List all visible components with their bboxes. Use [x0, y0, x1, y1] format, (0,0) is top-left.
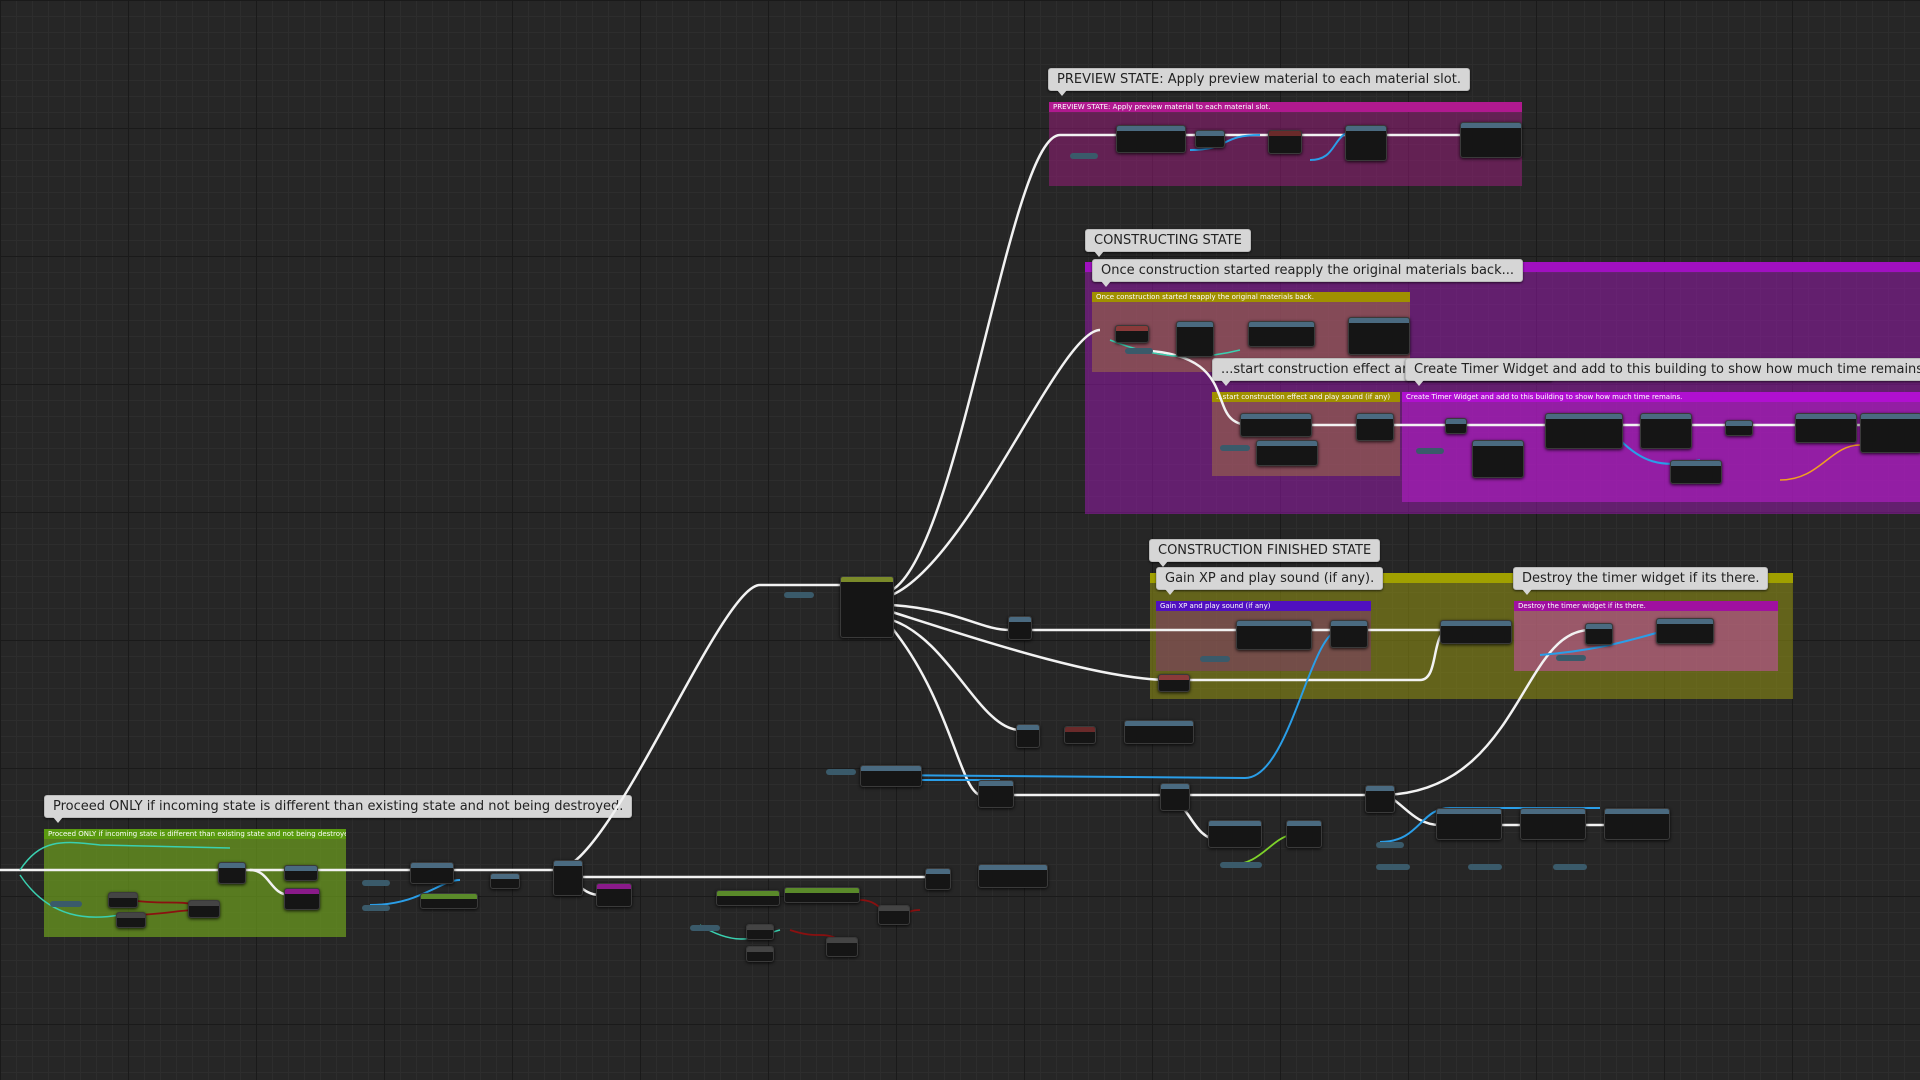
set-actor-hidden-node[interactable] [1208, 820, 1262, 848]
and-node-2[interactable] [188, 900, 220, 918]
set-material-node[interactable] [1345, 125, 1387, 161]
set-materials-node-2[interactable] [1248, 321, 1315, 347]
variable-getter[interactable] [50, 901, 82, 907]
variable-getter[interactable] [826, 769, 856, 775]
switch-on-state-node[interactable] [840, 576, 894, 638]
create-widget-node[interactable] [1545, 413, 1623, 449]
get-widget-var-node[interactable] [860, 765, 922, 787]
reroute-node[interactable] [1445, 418, 1467, 434]
exec-wire [891, 328, 1101, 597]
play-sound-node-3[interactable] [978, 780, 1014, 808]
exec-wire [891, 133, 1061, 592]
update-component-node-3[interactable] [1604, 808, 1670, 840]
variable-getter[interactable] [1416, 448, 1444, 454]
float-wire [1779, 444, 1861, 481]
sequence-node[interactable] [1160, 783, 1190, 811]
set-timer-node[interactable] [1472, 440, 1524, 478]
update-component-node-2[interactable] [1520, 808, 1586, 840]
equal-node[interactable] [746, 924, 774, 940]
reroute-node-2[interactable] [1725, 420, 1753, 436]
variable-getter[interactable] [1556, 655, 1586, 661]
exec-wire [891, 618, 1021, 732]
spawn-effect-node[interactable] [1240, 413, 1312, 437]
remove-from-parent-node[interactable] [1656, 618, 1714, 644]
struct-wire [19, 874, 121, 918]
get-building-node[interactable] [716, 890, 780, 906]
variable-getter[interactable] [362, 905, 390, 911]
get-component-node[interactable] [1256, 440, 1318, 466]
return-node[interactable] [284, 888, 320, 910]
wire-layer [0, 129, 1910, 941]
get-actor-location-node[interactable] [1670, 460, 1722, 484]
variable-getter[interactable] [1125, 348, 1153, 354]
bool-wire [129, 899, 196, 906]
variable-getter[interactable] [690, 925, 720, 931]
set-material-node-2[interactable] [1348, 317, 1410, 355]
play-sound-node-2[interactable] [1330, 620, 1368, 648]
return-node-2[interactable] [596, 883, 632, 907]
branch-node-2[interactable] [1158, 674, 1190, 692]
exec-wire [891, 627, 1591, 797]
set-state-node[interactable] [978, 864, 1048, 888]
set-actor-node[interactable] [925, 868, 951, 890]
branch-node-4[interactable] [1016, 724, 1040, 748]
set-materials-node[interactable] [1116, 125, 1186, 153]
set-owner-node[interactable] [1860, 413, 1920, 453]
update-component-node[interactable] [1436, 808, 1502, 840]
and-node[interactable] [878, 905, 910, 925]
variable-getter[interactable] [1220, 445, 1250, 451]
variable-getter[interactable] [1553, 864, 1587, 870]
not-equal-node-2[interactable] [116, 912, 146, 928]
variable-getter[interactable] [1468, 864, 1502, 870]
play-animation-node[interactable] [410, 862, 454, 884]
destroy-check-node[interactable] [1440, 620, 1512, 644]
equal-node-2[interactable] [746, 946, 774, 962]
set-material-node-3[interactable] [420, 893, 478, 909]
add-widget-node[interactable] [1640, 413, 1692, 449]
struct-wire [19, 841, 231, 871]
delay-node[interactable] [1365, 785, 1395, 813]
gain-xp-node[interactable] [1236, 620, 1312, 650]
set-visibility-node[interactable] [1286, 820, 1322, 848]
object-wire [879, 629, 1341, 780]
get-material-node[interactable] [1195, 130, 1225, 148]
variable-getter[interactable] [1376, 864, 1410, 870]
get-state-node[interactable] [784, 887, 860, 903]
variable-getter[interactable] [1070, 153, 1098, 159]
variable-getter[interactable] [1200, 656, 1230, 662]
set-variable-node[interactable] [1124, 720, 1194, 744]
exec-wire [0, 583, 842, 872]
get-materials-node[interactable] [1176, 321, 1214, 357]
switch-node[interactable] [553, 860, 583, 896]
apply-node[interactable] [1460, 122, 1522, 158]
branch-node-5[interactable] [218, 862, 246, 884]
branch-node[interactable] [1115, 325, 1149, 343]
variable-getter[interactable] [784, 592, 814, 598]
play-sound-node[interactable] [1356, 413, 1394, 441]
not-equal-node[interactable] [108, 892, 138, 908]
set-node[interactable] [284, 865, 318, 881]
for-each-node[interactable] [1268, 130, 1302, 154]
cast-node[interactable] [1064, 726, 1096, 744]
variable-getter[interactable] [1376, 842, 1404, 848]
is-valid-node[interactable] [1585, 623, 1613, 645]
branch-node-3[interactable] [1008, 616, 1032, 640]
variable-getter[interactable] [1220, 862, 1262, 868]
variable-getter[interactable] [362, 880, 390, 886]
set-widget-node[interactable] [1795, 413, 1857, 443]
reroute-node-3[interactable] [490, 873, 520, 889]
or-node[interactable] [826, 937, 858, 957]
